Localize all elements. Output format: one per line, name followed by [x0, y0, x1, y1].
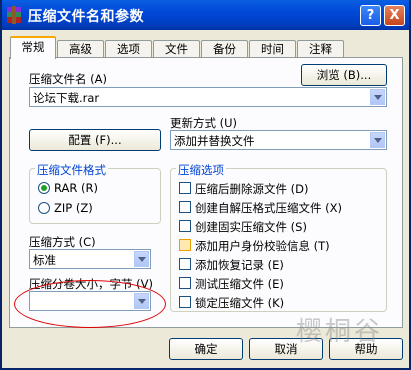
authenticity-label[interactable]: 添加用户身份校验信息 (T): [195, 238, 330, 254]
archive-name-combo[interactable]: 论坛下载.rar: [29, 87, 387, 107]
red-annotation-circle: [14, 280, 166, 328]
update-mode-select[interactable]: 添加并替换文件: [170, 130, 387, 150]
authenticity-checkbox[interactable]: [179, 239, 191, 251]
update-mode-value: 添加并替换文件: [174, 134, 255, 148]
help-title-button[interactable]: ?: [360, 5, 381, 26]
winrar-icon: [7, 6, 21, 24]
tab-files[interactable]: 文件: [153, 40, 200, 57]
lock-archive-label[interactable]: 锁定压缩文件 (K): [195, 295, 284, 311]
recovery-record-label[interactable]: 添加恢复记录 (E): [195, 257, 284, 273]
browse-button[interactable]: 浏览 (B)...: [301, 64, 387, 86]
watermark: 樱桐谷: [296, 317, 384, 347]
tab-backup[interactable]: 备份: [201, 40, 248, 57]
test-archive-checkbox[interactable]: [179, 277, 191, 289]
delete-after-checkbox[interactable]: [179, 182, 191, 194]
tab-general[interactable]: 常规: [10, 36, 56, 59]
delete-after-label[interactable]: 压缩后删除源文件 (D): [195, 181, 308, 197]
tab-advanced[interactable]: 高级: [57, 40, 104, 57]
compression-method-value: 标准: [33, 253, 56, 267]
solid-label[interactable]: 创建固实压缩文件 (S): [195, 219, 307, 235]
ok-button[interactable]: 确定: [169, 338, 243, 360]
close-button[interactable]: X: [384, 5, 405, 26]
zip-radio-label[interactable]: ZIP (Z): [54, 201, 93, 215]
archive-name-value: 论坛下载.rar: [33, 91, 100, 105]
close-icon: X: [389, 8, 400, 23]
chevron-down-icon[interactable]: [370, 132, 385, 148]
test-archive-label[interactable]: 测试压缩文件 (E): [195, 276, 284, 292]
compression-method-label: 压缩方式 (C): [29, 235, 96, 249]
archive-format-title: 压缩文件格式: [35, 162, 108, 178]
window-title: 压缩文件名和参数: [28, 9, 144, 25]
title-bar[interactable]: 压缩文件名和参数 ? X: [2, 0, 409, 30]
profiles-button[interactable]: 配置 (F)...: [29, 129, 161, 151]
solid-checkbox[interactable]: [179, 220, 191, 232]
question-icon: ?: [366, 8, 375, 23]
recovery-record-checkbox[interactable]: [179, 258, 191, 270]
tab-comment[interactable]: 注释: [297, 40, 344, 57]
sfx-checkbox[interactable]: [179, 201, 191, 213]
tab-options[interactable]: 选项: [105, 40, 152, 57]
archive-options-title: 压缩选项: [176, 162, 226, 178]
chevron-down-icon[interactable]: [134, 251, 149, 267]
archive-name-label: 压缩文件名 (A): [29, 72, 107, 86]
chevron-down-icon[interactable]: [370, 89, 385, 105]
rar-radio-label[interactable]: RAR (R): [54, 181, 98, 195]
tab-time[interactable]: 时间: [249, 40, 296, 57]
lock-archive-checkbox[interactable]: [179, 296, 191, 308]
sfx-label[interactable]: 创建自解压格式压缩文件 (X): [195, 200, 342, 216]
update-mode-label: 更新方式 (U): [170, 116, 238, 130]
compression-method-select[interactable]: 标准: [29, 249, 151, 269]
rar-radio[interactable]: [38, 182, 50, 194]
dialog-window: 压缩文件名和参数 ? X 常规 高级 选项 文件 备份 时间 注释 压缩文件名 …: [0, 0, 411, 370]
zip-radio[interactable]: [38, 202, 50, 214]
